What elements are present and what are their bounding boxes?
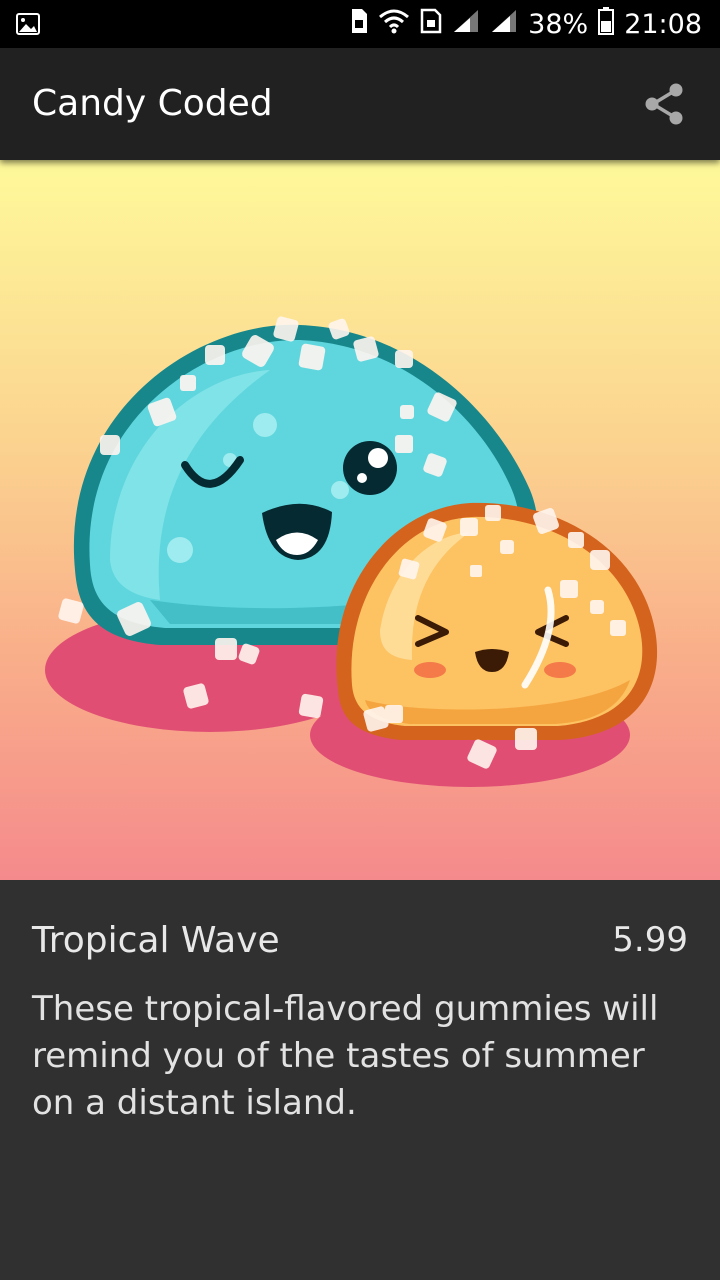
sim-icon [350,8,368,41]
gallery-notification-icon [16,12,40,40]
wifi-icon [378,8,410,41]
share-icon [645,83,683,125]
app-title: Candy Coded [32,83,273,124]
status-bar: 38% 21:08 [0,0,720,48]
signal-icon-2 [490,8,518,41]
sd-card-icon [420,8,442,41]
signal-icon [452,8,480,41]
product-image [0,160,720,880]
product-description: These tropical-flavored gummies will rem… [32,989,659,1123]
share-button[interactable] [636,76,692,132]
product-details: Tropical Wave 5.99 These tropical-flavor… [0,880,720,1280]
app-bar: Candy Coded [0,48,720,160]
battery-percent: 38% [528,8,589,40]
product-price: 5.99 [612,920,688,960]
product-name: Tropical Wave [32,920,280,961]
battery-icon [598,6,615,42]
gummy-candy-illustration [45,316,658,787]
clock: 21:08 [624,8,702,40]
